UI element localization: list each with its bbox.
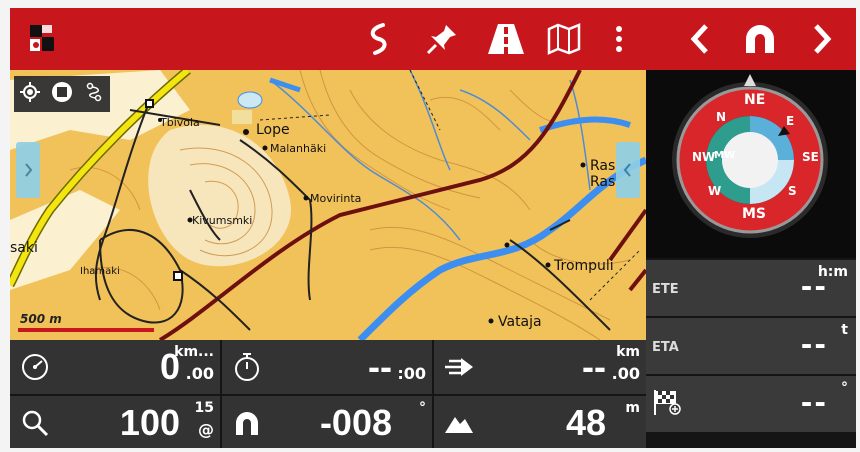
zoom-icon: [18, 406, 52, 440]
heading-value: -008: [319, 402, 392, 443]
finish-value: --: [800, 386, 828, 419]
distance-cell[interactable]: -- km .00: [434, 340, 646, 396]
chevron-right-icon[interactable]: [796, 8, 848, 70]
map-label-movirinta: Movirinta: [310, 192, 362, 205]
map-label-tbivola: Tbivola: [160, 116, 200, 129]
ete-label: ETE: [652, 282, 679, 297]
heading-cell[interactable]: -008 °: [222, 396, 434, 448]
distance-decimals: .00: [611, 364, 640, 383]
top-toolbar: [10, 8, 856, 70]
more-vert-icon[interactable]: [606, 8, 632, 70]
magnet-icon[interactable]: [734, 8, 786, 70]
compass-sw-label: MS: [742, 206, 767, 222]
stopwatch-icon: [230, 350, 264, 384]
finish-flag-icon: [652, 388, 682, 420]
altitude-unit: m: [625, 400, 640, 416]
pin-icon[interactable]: [416, 8, 468, 70]
altitude-cell[interactable]: 48 m: [434, 396, 646, 448]
map-label-rasa-1: Ras: [590, 158, 616, 174]
distance-value: --: [582, 346, 606, 387]
app-window: Lope Tbivola Malanhäki Movirinta Kivumsm…: [10, 8, 856, 448]
compass-n-label: N: [716, 110, 727, 124]
map-label-trompuli: Trompuli: [554, 258, 614, 274]
map-label-rasa-2: Ras: [590, 174, 616, 190]
time-decimals: :00: [397, 364, 426, 383]
ete-unit: h:m: [817, 264, 848, 280]
navigate-arrow-icon: [442, 350, 476, 384]
map-scale: 500 m: [14, 312, 154, 334]
locate-icon[interactable]: [19, 82, 40, 106]
record-stop-icon[interactable]: [51, 81, 73, 107]
zoom-at: @: [198, 420, 214, 439]
compass-nw-label: NW: [692, 150, 716, 164]
route-icon[interactable]: [354, 8, 406, 70]
compass-panel: NE N E SE S MS W NW MW: [646, 70, 856, 258]
map-label-saki: saki: [10, 240, 38, 256]
ete-panel[interactable]: ETE -- h:m: [646, 258, 856, 316]
map-icon[interactable]: [538, 8, 590, 70]
scale-label: 500 m: [20, 312, 62, 326]
map-label-kivumaki: Kivumsmki: [192, 214, 253, 227]
compass-s-label: S: [788, 184, 797, 198]
track-icon[interactable]: [84, 82, 104, 106]
road-icon[interactable]: [480, 8, 532, 70]
mountain-icon: [442, 406, 476, 440]
eta-label: ETA: [652, 340, 679, 355]
zoom-value: 100: [119, 402, 180, 443]
speed-cell[interactable]: 0 km... .00: [10, 340, 222, 396]
heading-unit: °: [419, 400, 426, 416]
speed-decimals: .00: [185, 364, 214, 383]
finish-unit: °: [841, 380, 848, 396]
map-view[interactable]: Lope Tbivola Malanhäki Movirinta Kivumsm…: [10, 70, 646, 340]
time-cell[interactable]: -- :00: [222, 340, 434, 396]
finish-panel[interactable]: -- °: [646, 374, 856, 432]
compass-se-label: SE: [802, 150, 819, 164]
map-label-vataja: Vataja: [498, 314, 542, 330]
distance-unit: km: [616, 344, 640, 360]
map-label-lope: Lope: [256, 122, 290, 138]
zoom-cell[interactable]: 100 15 @: [10, 396, 222, 448]
eta-unit: t: [841, 322, 848, 338]
map-label-malanhaki: Malanhäki: [270, 142, 327, 155]
left-drawer-handle[interactable]: [16, 142, 40, 198]
speed-unit: km...: [174, 344, 214, 360]
compass-e-label: E: [786, 114, 795, 128]
compass-inner-label: MW: [714, 150, 735, 161]
map-label-ihamaki: Ihamaki: [80, 266, 120, 277]
time-value: --: [368, 346, 392, 387]
scale-bar: [18, 328, 154, 332]
right-drawer-handle[interactable]: [616, 142, 640, 198]
chevron-left-icon[interactable]: [674, 8, 726, 70]
zoom-level: 15: [194, 400, 214, 416]
map-tools-bar: [14, 76, 110, 112]
speedometer-icon: [18, 350, 52, 384]
altitude-value: 48: [565, 402, 606, 443]
compass-w-label: W: [708, 184, 722, 198]
magnet-heading-icon: [230, 406, 264, 440]
compass-ne-label: NE: [744, 92, 766, 108]
eta-panel[interactable]: ETA -- t: [646, 316, 856, 374]
eta-value: --: [800, 328, 828, 361]
app-logo-icon[interactable]: [16, 8, 68, 70]
